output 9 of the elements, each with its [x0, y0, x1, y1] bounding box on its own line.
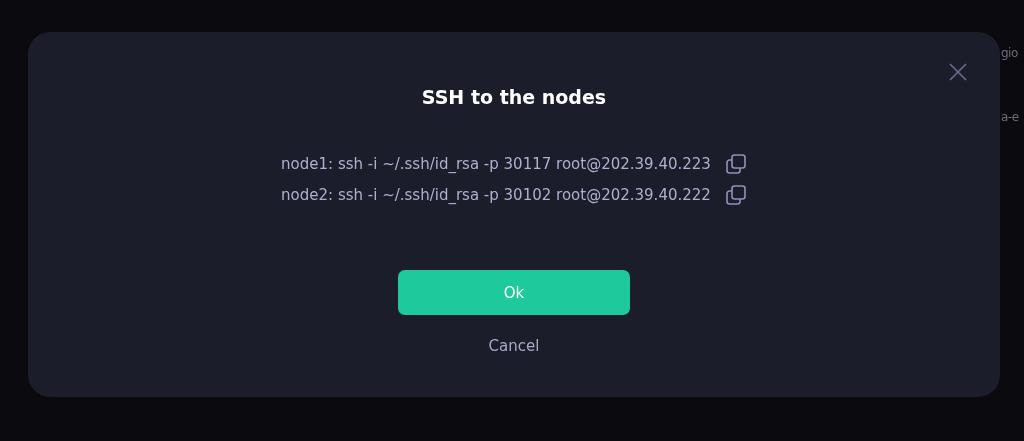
- ssh-command: node2: ssh -i ~/.ssh/id_rsa -p 30102 root@202.39.40.222: [281, 186, 711, 204]
- cancel-button[interactable]: Cancel: [488, 337, 540, 355]
- dialog-title: SSH to the nodes: [421, 86, 607, 108]
- copy-icon[interactable]: [724, 184, 747, 206]
- ssh-command: node1: ssh -i ~/.ssh/id_rsa -p 30117 root@202.39.40.223: [281, 155, 711, 173]
- close-icon[interactable]: [948, 62, 968, 82]
- background-text: a-e: [1001, 110, 1020, 124]
- copy-icon[interactable]: [724, 153, 747, 175]
- background-text: gio: [1001, 46, 1019, 60]
